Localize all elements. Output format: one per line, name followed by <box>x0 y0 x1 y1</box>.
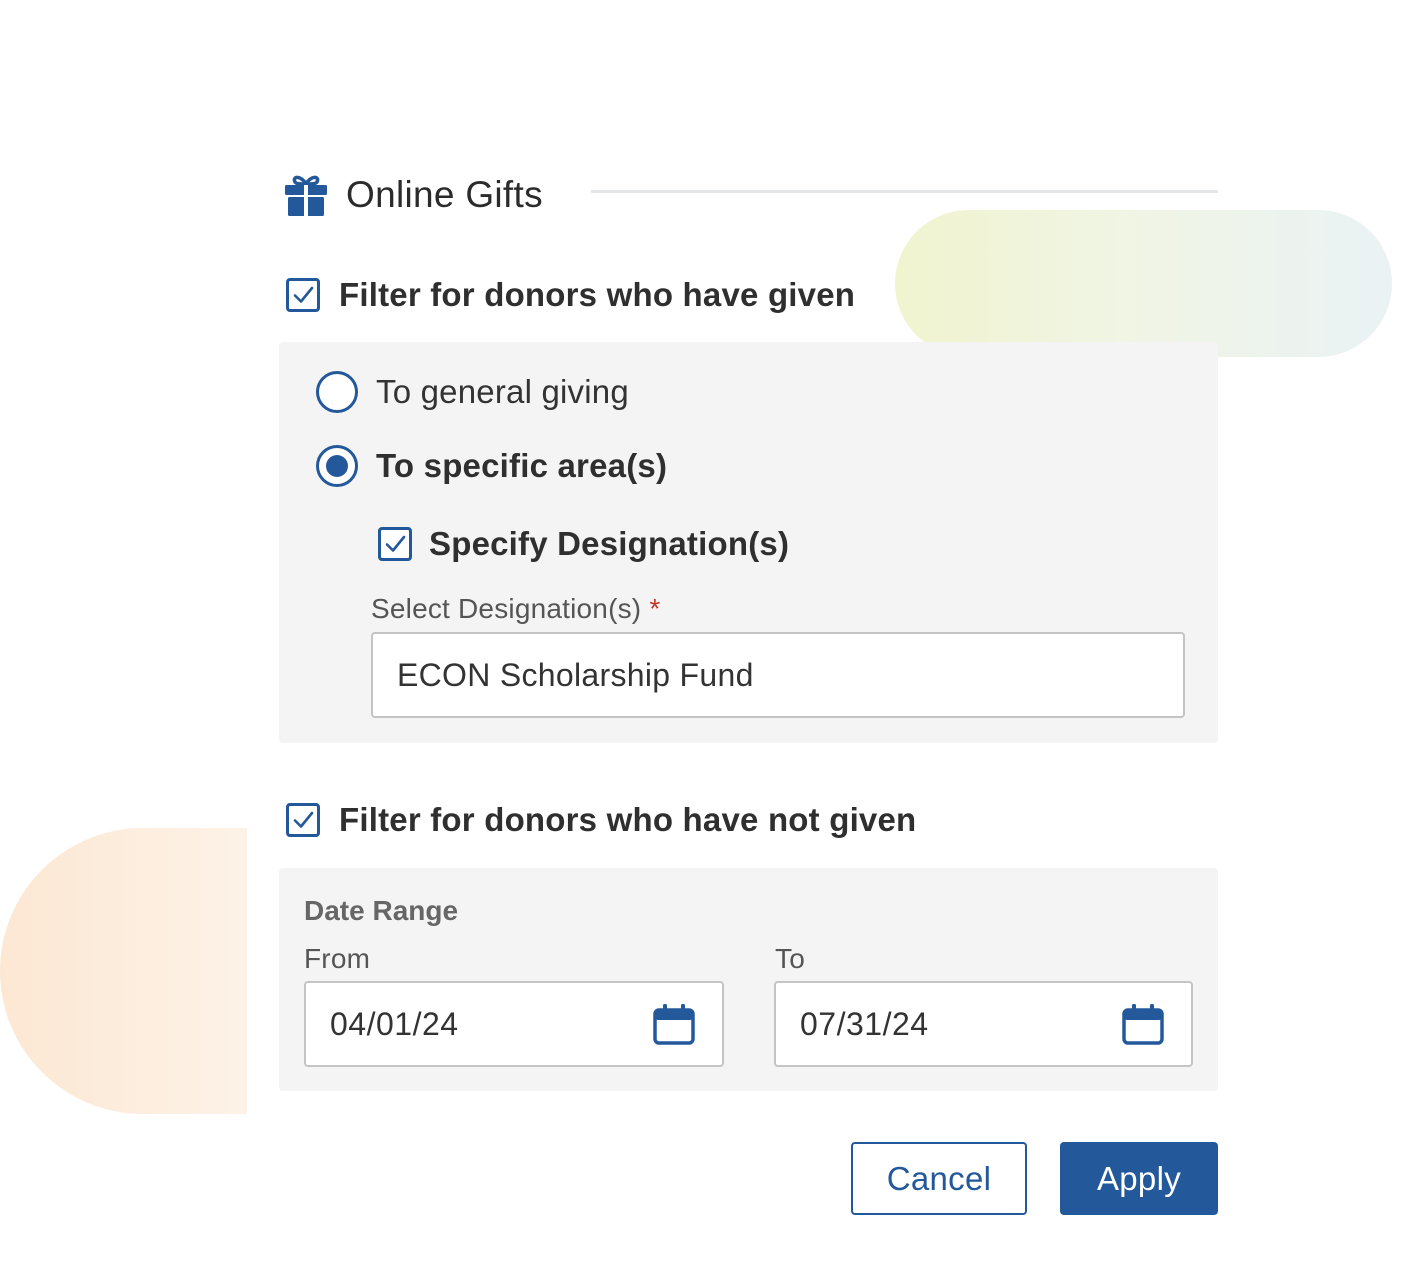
filter-not-given-label: Filter for donors who have not given <box>339 801 917 838</box>
header-divider <box>591 190 1218 193</box>
gift-icon <box>283 172 329 218</box>
checkmark-icon <box>293 811 314 828</box>
apply-button[interactable]: Apply <box>1060 1142 1218 1215</box>
calendar-icon[interactable] <box>652 1002 696 1046</box>
radio-specific-areas[interactable]: To specific area(s) <box>316 445 667 487</box>
radio-general-giving[interactable]: To general giving <box>316 371 629 413</box>
designation-input-value: ECON Scholarship Fund <box>397 656 754 693</box>
checkmark-icon <box>385 535 406 552</box>
from-label: From <box>304 943 371 974</box>
radio-general-giving-label: To general giving <box>376 373 629 410</box>
section-header: Online Gifts <box>283 170 543 220</box>
radio-general-giving-control[interactable] <box>316 371 358 413</box>
filter-not-given-checkbox[interactable] <box>286 803 320 837</box>
required-asterisk: * <box>649 593 661 624</box>
radio-selected-dot <box>326 455 348 477</box>
section-title: Online Gifts <box>346 174 543 215</box>
designation-input[interactable]: ECON Scholarship Fund <box>371 632 1185 718</box>
from-date-value: 04/01/24 <box>330 1005 459 1042</box>
filter-given-label: Filter for donors who have given <box>339 276 856 313</box>
calendar-icon[interactable] <box>1121 1002 1165 1046</box>
to-date-value: 07/31/24 <box>800 1005 929 1042</box>
filter-given-checkbox[interactable] <box>286 278 320 312</box>
specify-designations-checkbox[interactable] <box>378 527 412 561</box>
to-date-input[interactable]: 07/31/24 <box>774 981 1193 1067</box>
specify-designations-row[interactable]: Specify Designation(s) <box>378 525 789 563</box>
to-label: To <box>775 943 805 974</box>
from-date-input[interactable]: 04/01/24 <box>304 981 724 1067</box>
designation-label-text: Select Designation(s) <box>371 593 642 624</box>
decorative-blob-green <box>895 210 1392 357</box>
radio-specific-areas-label: To specific area(s) <box>376 447 668 484</box>
radio-specific-areas-control[interactable] <box>316 445 358 487</box>
specify-designations-label: Specify Designation(s) <box>429 525 790 562</box>
filter-not-given-row[interactable]: Filter for donors who have not given <box>286 801 916 839</box>
checkmark-icon <box>293 286 314 303</box>
date-range-label: Date Range <box>304 895 459 926</box>
cancel-button[interactable]: Cancel <box>851 1142 1027 1215</box>
decorative-blob-peach <box>0 828 247 1114</box>
designation-field-label: Select Designation(s) * <box>371 593 660 625</box>
filter-given-row[interactable]: Filter for donors who have given <box>286 276 855 314</box>
